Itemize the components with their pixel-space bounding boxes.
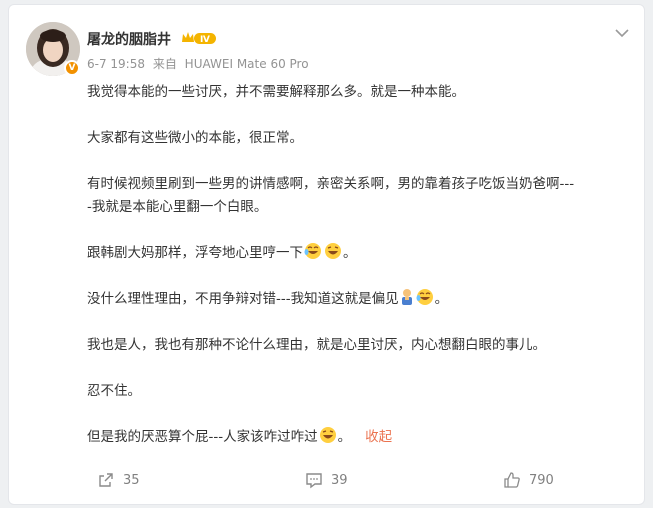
crown-level-badge[interactable]: Ⅳ <box>181 30 217 49</box>
paragraph-3: 有时候视频里刷到一些男的讲情感啊，亲密关系啊，男的靠着孩子吃饭当奶爸啊--- -我… <box>87 173 632 219</box>
post-content: 我觉得本能的一些讨厌，并不需要解释那么多。就是一种本能。 大家都有这些微小的本能… <box>87 81 632 449</box>
more-options-button[interactable] <box>614 25 630 45</box>
paragraph-2: 大家都有这些微小的本能，很正常。 <box>87 130 303 146</box>
paragraph-5-period: 。 <box>434 291 449 307</box>
share-button[interactable]: 35 <box>97 471 140 489</box>
grin-laugh-emoji-icon <box>319 427 336 443</box>
paragraph-5-text: 没什么理性理由，不用争辩对错---我知道这就是偏见 <box>87 291 399 307</box>
share-icon <box>99 473 113 487</box>
post-actions-bar: 35 39 790 <box>9 463 644 501</box>
post-time[interactable]: 6-7 19:58 <box>87 57 145 71</box>
laugh-cry-emoji-icon <box>416 289 433 305</box>
weibo-post-card: V 屠龙的胭脂井 Ⅳ 6-7 19:58 来自 HUAWEI Mate 60 P… <box>8 4 645 505</box>
paragraph-8: 但是我的厌恶算个屁---人家该咋过咋过 。收起 <box>87 426 632 449</box>
paragraph-4-period: 。 <box>343 245 357 261</box>
paragraph-3-line-1: 有时候视频里刷到一些男的讲情感啊，亲密关系啊，男的靠着孩子吃饭当奶爸啊--- <box>87 176 575 192</box>
laugh-cry-emoji-icon <box>304 243 321 259</box>
source-prefix: 来自 <box>152 57 177 71</box>
verified-badge: V <box>64 60 80 76</box>
username[interactable]: 屠龙的胭脂井 <box>87 29 171 49</box>
thumbs-up-icon <box>504 472 520 488</box>
thumbs-person-emoji-icon <box>401 289 412 305</box>
paragraph-3-line-2: -我就是本能心里翻一个白眼。 <box>87 199 268 215</box>
paragraph-7: 忍不住。 <box>87 383 141 399</box>
share-count: 35 <box>123 472 140 488</box>
chevron-down-icon <box>615 29 629 38</box>
comment-button[interactable]: 39 <box>305 471 348 489</box>
paragraph-4-text: 跟韩剧大妈那样，浮夸地心里哼一下 <box>87 245 303 261</box>
level-badge-text: Ⅳ <box>200 35 210 45</box>
source-device: HUAWEI Mate 60 Pro <box>184 57 309 71</box>
comment-icon <box>306 473 322 489</box>
collapse-link[interactable]: 收起 <box>365 429 392 445</box>
paragraph-4: 跟韩剧大妈那样，浮夸地心里哼一下 。 <box>87 242 632 265</box>
like-count: 790 <box>529 472 554 488</box>
comment-count: 39 <box>331 472 348 488</box>
paragraph-8-text: 但是我的厌恶算个屁---人家该咋过咋过 <box>87 429 318 445</box>
paragraph-8-period: 。 <box>337 429 352 445</box>
post-meta: 6-7 19:58 来自 HUAWEI Mate 60 Pro <box>87 55 313 72</box>
paragraph-6: 我也是人，我也有那种不论什么理由，就是心里讨厌，内心想翻白眼的事儿。 <box>87 337 546 353</box>
paragraph-5: 没什么理性理由，不用争辩对错---我知道这就是偏见 。 <box>87 288 632 311</box>
like-button[interactable]: 790 <box>503 471 554 489</box>
grin-laugh-emoji-icon <box>325 243 341 259</box>
paragraph-1: 我觉得本能的一些讨厌，并不需要解释那么多。就是一种本能。 <box>87 84 465 100</box>
